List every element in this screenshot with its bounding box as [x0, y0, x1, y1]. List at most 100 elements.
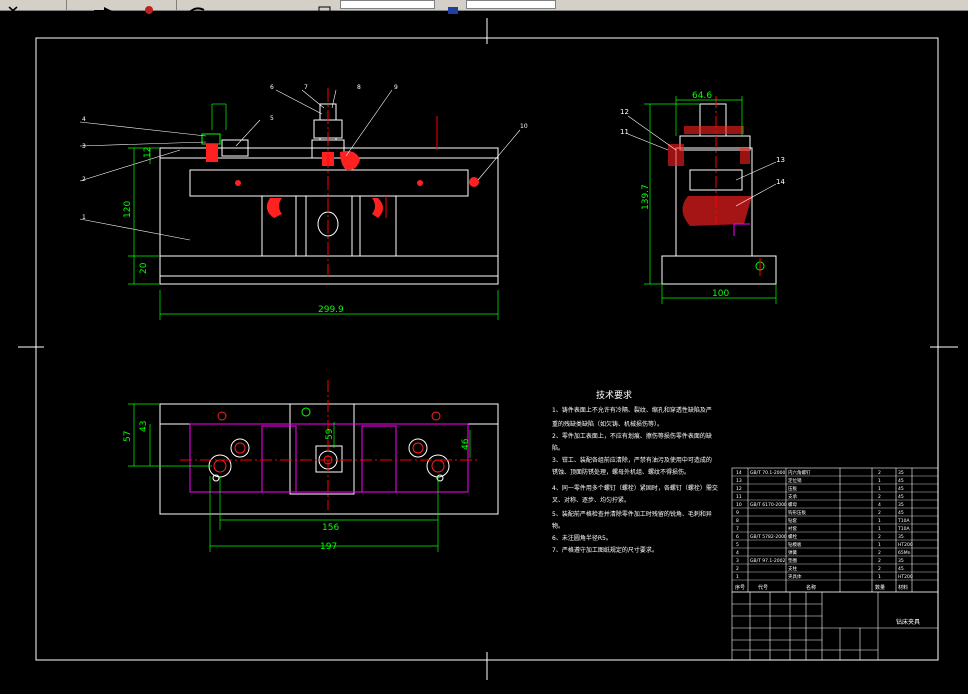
- side-view: [661, 96, 777, 285]
- bom-header-name: 名称: [806, 584, 816, 591]
- bom-cell-mat: 45: [898, 510, 904, 516]
- part-number: 13: [776, 156, 785, 164]
- bom-cell-qty: 1: [878, 518, 881, 524]
- dim-plan-height: 57: [123, 431, 133, 442]
- bom-header-qty: 数量: [875, 584, 885, 591]
- side-view-numbers: 12 11 13 14: [620, 108, 785, 186]
- undo-icon[interactable]: [186, 0, 216, 13]
- drawing-canvas[interactable]: 4 3 2 1 6 7 8 9 5 10 299.9 120 20 12 12 …: [0, 10, 968, 694]
- bom-cell-name: 钻模板: [788, 541, 802, 548]
- bom-cell-no: 11: [736, 494, 742, 500]
- tech-req-line: 7、严格遵守加工图纸规定的尺寸要求。: [552, 546, 658, 554]
- bom-cell-name: 弹簧: [788, 549, 797, 556]
- tech-req-title: 技术要求: [596, 389, 632, 401]
- bom-cell-qty: 4: [878, 502, 881, 508]
- dim-mid: 59: [325, 428, 335, 440]
- front-view-labels: [79, 89, 521, 241]
- center-marks: [18, 18, 958, 680]
- part-number: 6: [270, 84, 274, 91]
- dim-small-height: 12: [143, 147, 153, 158]
- technical-requirements: 技术要求 1、铸件表面上不允许有冷隔、裂纹、缩孔和穿透性缺陷及严 重的残缺类缺陷…: [552, 389, 718, 554]
- bom-cell-no: 9: [736, 510, 739, 516]
- bom-cell-qty: 2: [878, 534, 881, 540]
- toolbar-separator: [66, 0, 67, 10]
- bom-cell-name: 支柱: [788, 565, 797, 572]
- part-number: 2: [82, 176, 86, 183]
- bom-cell-name: 衬套: [788, 525, 797, 532]
- color-icon[interactable]: [446, 0, 460, 14]
- tech-req-line: 陷。: [552, 444, 564, 452]
- part-number: 14: [776, 178, 785, 186]
- dim-hole-spacing: 156: [322, 523, 339, 533]
- part-number: 1: [82, 214, 86, 221]
- dim-side-width: 100: [712, 289, 729, 299]
- bom-cell-name: 钻套: [788, 517, 797, 524]
- part-number: 11: [620, 128, 629, 136]
- tech-req-line: 1、铸件表面上不允许有冷隔、裂纹、缩孔和穿透性缺陷及严: [552, 406, 712, 414]
- bom-header-code: 代号: [758, 584, 768, 591]
- bom-cell-mat: 35: [898, 558, 904, 564]
- arrow-icon[interactable]: [92, 0, 114, 14]
- bom-cell-no: 6: [736, 534, 739, 540]
- bom-cell-qty: 2: [878, 510, 881, 516]
- part-number: 4: [82, 116, 86, 123]
- bom-cell-code: GB/T 70.1-2000: [750, 470, 786, 476]
- front-view-dim-text: 299.9 120 20 12: [123, 147, 344, 315]
- bom-cell-name: 螺母: [788, 501, 797, 508]
- color-dropdown[interactable]: [466, 0, 556, 9]
- part-number: 8: [357, 84, 361, 91]
- bom-cell-qty: 1: [878, 542, 881, 548]
- bom-cell-name: 垫圈: [788, 557, 797, 564]
- bom-cell-name: 钩形压板: [788, 509, 806, 516]
- bom-cell-qty: 1: [878, 526, 881, 532]
- bom-cell-no: 5: [736, 542, 739, 548]
- part-number: 3: [82, 143, 86, 150]
- bom-cell-no: 1: [736, 574, 739, 580]
- bom-cell-mat: 35: [898, 534, 904, 540]
- pan-icon[interactable]: [138, 0, 160, 14]
- bom-cell-code: GB/T 97.1-2002: [750, 558, 786, 564]
- bom-cell-no: 10: [736, 502, 742, 508]
- bom-cell-mat: 45: [898, 486, 904, 492]
- part-number: 5: [270, 115, 274, 122]
- front-view: [159, 88, 499, 285]
- bom-cell-no: 4: [736, 550, 739, 556]
- dim-overall-width: 299.9: [318, 305, 344, 315]
- bom-cell-mat: HT200: [898, 574, 913, 580]
- bom-cell-mat: 35: [898, 502, 904, 508]
- tech-req-line: 叉、对称、逐步、均匀拧紧。: [552, 496, 630, 504]
- dim-body-height: 120: [123, 201, 133, 218]
- tech-req-line: 3、钳工、装配各组前应清除，严禁有油污及使用中可造成的: [552, 456, 712, 464]
- layer-icon[interactable]: [316, 0, 334, 15]
- plan-view: [159, 380, 499, 515]
- bom-header-mat: 材料: [898, 584, 908, 591]
- bom-cell-qty: 1: [878, 478, 881, 484]
- bom-cell-qty: 2: [878, 494, 881, 500]
- bom-cell-qty: 1: [878, 486, 881, 492]
- dim-right: 46: [461, 438, 471, 450]
- part-number: 9: [394, 84, 398, 91]
- dim-side-height: 139.7: [641, 184, 651, 210]
- plan-view-dim-text: 156 197 57 43 59 46: [123, 421, 471, 552]
- tech-req-line: 4、同一零件用多个螺钉（螺栓）紧固时，各螺钉（螺栓）需交: [552, 484, 718, 492]
- dim-top-width: 64.6: [692, 91, 712, 101]
- toolbar-separator: [176, 0, 177, 10]
- front-view-dimensions: [128, 103, 499, 320]
- bom-cell-no: 3: [736, 558, 739, 564]
- bom-cell-no: 7: [736, 526, 739, 532]
- bom-cell-code: GB/T 6170-2000: [750, 502, 787, 508]
- dim-plan-height-2: 43: [139, 421, 149, 432]
- layer-dropdown[interactable]: [340, 0, 435, 9]
- close-icon[interactable]: [6, 0, 20, 15]
- bom-cell-mat: 45: [898, 566, 904, 572]
- bom-cell-qty: 2: [878, 470, 881, 476]
- tech-req-line: 5、装配前严格检查并清除零件加工时残留的锐角、毛刺和异: [552, 510, 712, 518]
- bom-header: 序号 代号 名称 数量 材料: [735, 584, 908, 591]
- bom-cell-code: GB/T 5782-2000: [750, 534, 787, 540]
- bom-cell-name: 支承: [788, 493, 797, 500]
- plan-view-dimensions: [128, 403, 471, 552]
- bom-cell-name: 定位销: [788, 477, 802, 484]
- bom-cell-qty: 2: [878, 566, 881, 572]
- tech-req-line: 6、未注圆角半径R5。: [552, 534, 612, 542]
- bom-cell-name: 夹具体: [788, 573, 802, 580]
